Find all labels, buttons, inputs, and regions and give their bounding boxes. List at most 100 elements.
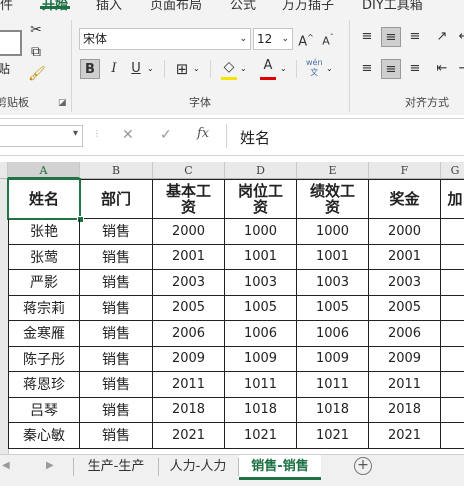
drag-handle-icon[interactable]: ⋮ (93, 129, 101, 138)
table-cell[interactable]: 2009 (369, 346, 441, 372)
select-all-corner[interactable] (0, 162, 8, 179)
align-bottom-icon[interactable]: ≡ (405, 27, 425, 47)
chevron-down-icon[interactable]: ⌄ (280, 64, 287, 73)
table-cell[interactable]: 销售 (80, 244, 153, 270)
cancel-icon[interactable]: ✕ (122, 127, 134, 143)
table-cell[interactable]: 蒋恩珍 (8, 372, 80, 398)
tab-page-layout[interactable]: 页面布局 (150, 0, 202, 13)
paste-icon[interactable] (0, 30, 22, 56)
border-icon[interactable]: ⊞ (172, 59, 192, 79)
table-cell[interactable]: 张艳 (8, 219, 80, 245)
table-cell[interactable]: 2000 (369, 219, 441, 245)
chevron-down-icon[interactable]: ⌄ (147, 64, 154, 73)
table-cell[interactable]: 严影 (8, 270, 80, 296)
table-cell[interactable]: 张莺 (8, 244, 80, 270)
table-cell[interactable] (441, 321, 464, 347)
table-cell[interactable]: 销售 (80, 423, 153, 449)
formula-input[interactable]: 姓名 (240, 127, 270, 148)
table-cell[interactable]: 2003 (153, 270, 225, 296)
tab-file[interactable]: 件 (0, 0, 13, 13)
table-cell[interactable]: 2000 (153, 219, 225, 245)
table-cell[interactable]: 金寒雁 (8, 321, 80, 347)
table-cell[interactable]: 2001 (369, 244, 441, 270)
table-cell[interactable]: 销售 (80, 346, 153, 372)
table-cell[interactable]: 1009 (225, 346, 297, 372)
tab-diy-toolbox[interactable]: DIY工具箱 (362, 0, 423, 13)
table-cell[interactable]: 销售 (80, 219, 153, 245)
tab-insert[interactable]: 插入 (96, 0, 122, 13)
scroll-right-icon[interactable]: ▶ (46, 460, 54, 471)
name-box[interactable]: ▾ (0, 125, 83, 147)
chevron-down-icon[interactable]: ⌄ (193, 64, 200, 73)
phonetic-guide-icon[interactable]: wén 文 (306, 58, 323, 78)
table-cell[interactable]: 1018 (297, 397, 369, 423)
table-cell[interactable]: 秦心敏 (8, 423, 80, 449)
table-header-cell[interactable]: 奖金 (369, 179, 441, 219)
table-cell[interactable]: 2018 (153, 397, 225, 423)
table-cell[interactable]: 1001 (225, 244, 297, 270)
table-header-cell[interactable]: 基本工资 (153, 179, 225, 219)
underline-button[interactable]: U (126, 59, 146, 79)
cut-icon[interactable]: ✂ (28, 22, 44, 38)
table-cell[interactable]: 2006 (369, 321, 441, 347)
table-cell[interactable]: 2001 (153, 244, 225, 270)
format-painter-icon[interactable]: 🖌 (28, 66, 46, 82)
table-cell[interactable]: 2003 (369, 270, 441, 296)
clipboard-launcher-icon[interactable]: ◪ (58, 98, 67, 108)
table-header-cell[interactable]: 部门 (80, 179, 153, 219)
table-cell[interactable]: 2011 (153, 372, 225, 398)
table-cell[interactable]: 销售 (80, 270, 153, 296)
table-cell[interactable]: 1009 (297, 346, 369, 372)
table-header-cell[interactable]: 岗位工资 (225, 179, 297, 219)
table-cell[interactable] (441, 372, 464, 398)
table-cell[interactable]: 蒋宗莉 (8, 295, 80, 321)
table-cell[interactable]: 1003 (297, 270, 369, 296)
font-name-select[interactable]: 宋体 ⌄ (79, 28, 251, 50)
increase-indent-icon[interactable]: ⇥ (454, 59, 464, 79)
table-cell[interactable] (441, 245, 464, 270)
table-header-cell[interactable]: 绩效工资 (297, 179, 369, 219)
column-header[interactable]: G (441, 162, 464, 179)
table-cell[interactable]: 1003 (225, 270, 297, 296)
increase-font-size-icon[interactable]: A^ (296, 28, 316, 49)
tab-formulas[interactable]: 公式 (230, 0, 256, 13)
copy-icon[interactable]: ⧉ (28, 44, 44, 60)
table-cell[interactable] (441, 219, 464, 245)
sheet-tab-hr[interactable]: 人力-人力 (160, 455, 236, 480)
column-header[interactable]: A (8, 162, 80, 179)
fill-color-icon[interactable]: ◇ (219, 57, 239, 77)
table-cell[interactable]: 销售 (80, 397, 153, 423)
chevron-down-icon[interactable]: ⌄ (240, 64, 247, 73)
table-cell[interactable] (441, 398, 464, 423)
table-cell[interactable]: 2021 (153, 423, 225, 449)
decrease-font-size-icon[interactable]: Aˇ (318, 28, 338, 48)
table-cell[interactable]: 1005 (297, 295, 369, 321)
table-cell[interactable]: 2021 (369, 423, 441, 449)
table-cell[interactable]: 2011 (369, 372, 441, 398)
font-size-select[interactable]: 12 ⌄ (253, 28, 293, 50)
table-cell[interactable]: 1011 (225, 372, 297, 398)
align-center-icon[interactable]: ≡ (381, 59, 401, 79)
table-cell[interactable]: 1021 (225, 423, 297, 449)
chevron-down-icon[interactable]: ⌄ (326, 64, 333, 73)
table-cell[interactable]: 1001 (297, 244, 369, 270)
table-cell[interactable]: 销售 (80, 295, 153, 321)
table-cell[interactable]: 1006 (297, 321, 369, 347)
bold-button[interactable]: B (80, 59, 100, 79)
table-cell[interactable]: 1006 (225, 321, 297, 347)
paste-label[interactable]: 贴 (0, 60, 10, 77)
wrap-text-icon[interactable]: ↵ (454, 27, 464, 47)
table-cell[interactable] (441, 296, 464, 321)
table-cell[interactable]: 销售 (80, 372, 153, 398)
table-cell[interactable]: 2006 (153, 321, 225, 347)
align-top-icon[interactable]: ≡ (357, 27, 377, 47)
italic-button[interactable]: I (104, 59, 124, 79)
align-middle-icon[interactable]: ≡ (381, 27, 401, 47)
table-cell[interactable]: 1005 (225, 295, 297, 321)
enter-icon[interactable]: ✓ (160, 127, 172, 143)
column-header[interactable]: C (153, 162, 225, 179)
add-sheet-icon[interactable]: + (354, 457, 372, 475)
align-left-icon[interactable]: ≡ (357, 59, 377, 79)
font-color-button[interactable]: A (258, 56, 278, 76)
orientation-icon[interactable]: ↗ (432, 27, 452, 47)
